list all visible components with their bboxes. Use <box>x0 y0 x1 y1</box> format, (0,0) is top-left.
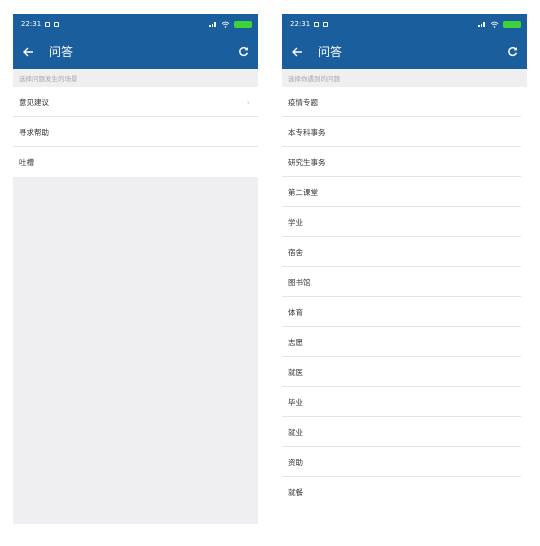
back-arrow-icon[interactable] <box>22 46 34 58</box>
signal-icon <box>209 21 217 27</box>
wifi-icon <box>221 21 230 28</box>
list-item-label: 图书馆 <box>288 277 311 287</box>
left-phone-screen: 22:31 问答 选择问题发生的场景 意见建议 › 寻求帮助 吐槽 <box>13 14 258 524</box>
list-item-epidemic[interactable]: 疫情专题 <box>282 87 527 117</box>
list-item-label: 就餐 <box>288 487 303 497</box>
list-item-graduation[interactable]: 毕业 <box>282 387 527 417</box>
section-hint: 选择你遇到的问题 <box>282 69 527 87</box>
list-item-suggestions[interactable]: 意见建议 › <box>13 87 258 117</box>
list-item-second-classroom[interactable]: 第二课堂 <box>282 177 527 207</box>
notification-icon <box>323 21 329 27</box>
list-item-label: 第二课堂 <box>288 187 318 197</box>
list-item-label: 毕业 <box>288 397 303 407</box>
list-item-label: 本专科事务 <box>288 127 326 137</box>
app-bar: 问答 <box>13 34 258 69</box>
list-item-label: 资助 <box>288 457 303 467</box>
status-bar: 22:31 <box>13 14 258 34</box>
list-item-dormitory[interactable]: 宿舍 <box>282 237 527 267</box>
list-item-employment[interactable]: 就业 <box>282 417 527 447</box>
refresh-icon[interactable] <box>507 46 518 57</box>
back-arrow-icon[interactable] <box>291 46 303 58</box>
signal-icon <box>478 21 486 27</box>
list-item-label: 学业 <box>288 217 303 227</box>
list-item-label: 就医 <box>288 367 303 377</box>
right-phone-screen: 22:31 问答 选择你遇到的问题 疫情专题 本专科事务 研究生事务 第二课堂 … <box>282 14 527 524</box>
list-item-sports[interactable]: 体育 <box>282 297 527 327</box>
scenario-list: 意见建议 › 寻求帮助 吐槽 <box>13 87 258 177</box>
list-item-academics[interactable]: 学业 <box>282 207 527 237</box>
list-item-library[interactable]: 图书馆 <box>282 267 527 297</box>
list-item-label: 疫情专题 <box>288 97 318 107</box>
battery-icon <box>503 20 521 28</box>
wifi-icon <box>490 21 499 28</box>
notification-icon <box>45 21 51 27</box>
list-item-grad-affairs[interactable]: 研究生事务 <box>282 147 527 177</box>
section-hint: 选择问题发生的场景 <box>13 69 258 87</box>
status-bar: 22:31 <box>282 14 527 34</box>
page-title: 问答 <box>318 45 343 59</box>
list-item-label: 意见建议 <box>19 97 49 107</box>
list-item-complaints[interactable]: 吐槽 <box>13 147 258 177</box>
status-time: 22:31 <box>21 20 42 28</box>
refresh-icon[interactable] <box>238 46 249 57</box>
topic-list: 疫情专题 本专科事务 研究生事务 第二课堂 学业 宿舍 图书馆 体育 志愿 就医… <box>282 87 527 507</box>
list-item-label: 就业 <box>288 427 303 437</box>
list-item-label: 研究生事务 <box>288 157 326 167</box>
list-item-dining[interactable]: 就餐 <box>282 477 527 507</box>
list-item-label: 吐槽 <box>19 157 34 167</box>
list-item-medical[interactable]: 就医 <box>282 357 527 387</box>
list-item-label: 志愿 <box>288 337 303 347</box>
status-time: 22:31 <box>290 20 311 28</box>
app-bar: 问答 <box>282 34 527 69</box>
notification-icon <box>54 21 60 27</box>
list-item-label: 体育 <box>288 307 303 317</box>
list-item-volunteer[interactable]: 志愿 <box>282 327 527 357</box>
chevron-right-icon: › <box>246 97 250 107</box>
notification-icon <box>314 21 320 27</box>
list-item-undergrad-affairs[interactable]: 本专科事务 <box>282 117 527 147</box>
list-item-label: 宿舍 <box>288 247 303 257</box>
page-title: 问答 <box>49 45 74 59</box>
battery-icon <box>234 20 252 28</box>
list-item-seek-help[interactable]: 寻求帮助 <box>13 117 258 147</box>
list-item-financial-aid[interactable]: 资助 <box>282 447 527 477</box>
list-item-label: 寻求帮助 <box>19 127 49 137</box>
